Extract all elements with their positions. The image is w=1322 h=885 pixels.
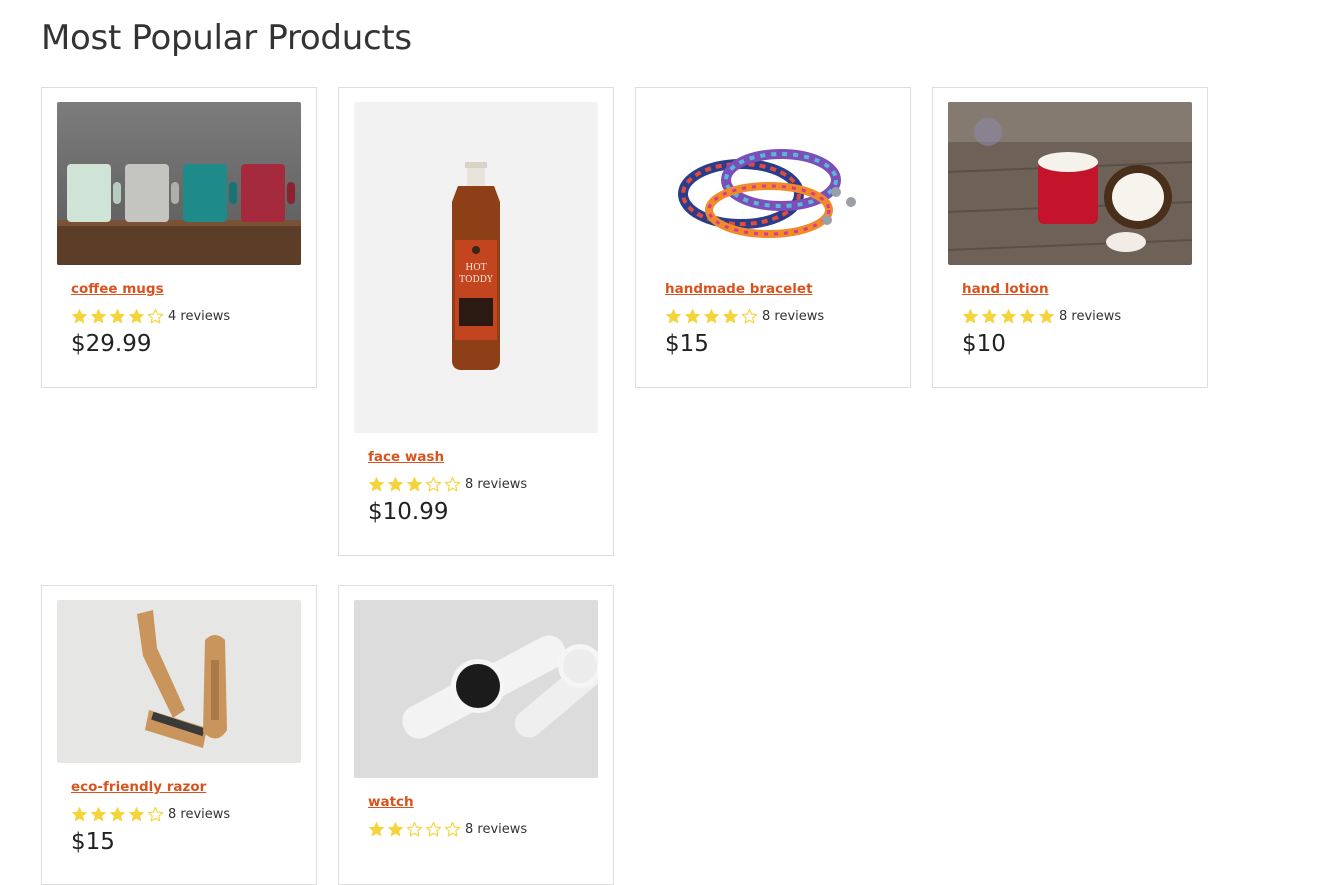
review-count: 8 reviews [168,806,231,822]
product-card: hand lotion 8 reviews $10 [932,87,1208,388]
star-filled-icon [1001,308,1016,323]
product-price: $15 [71,829,115,855]
product-price: $29.99 [71,331,152,357]
review-count: 8 reviews [762,308,825,324]
star-filled-icon [723,308,738,323]
star-filled-icon [1039,308,1054,323]
page-title: Most Popular Products [41,18,412,58]
star-filled-icon [129,806,144,821]
review-count: 8 reviews [465,476,528,492]
product-name-link[interactable]: coffee mugs [71,281,230,297]
star-filled-icon [982,308,997,323]
star-filled-icon [72,308,87,323]
star-filled-icon [685,308,700,323]
star-filled-icon [369,821,384,836]
product-card: HOT TODDY face wash 8 reviews $10.99 [338,87,614,556]
svg-text:TODDY: TODDY [459,275,494,285]
review-count: 4 reviews [168,308,231,324]
star-outline-icon [444,476,461,491]
product-image[interactable]: HOT TODDY [354,102,598,433]
product-name-link[interactable]: hand lotion [962,281,1121,297]
product-name-link[interactable]: handmade bracelet [665,281,824,297]
star-filled-icon [1020,308,1035,323]
product-price: $10 [962,331,1006,357]
product-card: eco-friendly razor 8 reviews $15 [41,585,317,885]
product-image[interactable] [57,102,301,265]
review-count: 8 reviews [465,821,528,837]
star-rating: 8 reviews [71,805,230,823]
star-filled-icon [369,476,384,491]
product-image[interactable] [651,102,895,265]
star-filled-icon [110,806,125,821]
product-image[interactable] [948,102,1192,265]
product-card: watch 8 reviews [338,585,614,885]
star-outline-icon [147,806,164,821]
product-image[interactable] [354,600,598,778]
star-filled-icon [388,476,403,491]
product-name-link[interactable]: eco-friendly razor [71,779,230,795]
product-card: handmade bracelet 8 reviews $15 [635,87,911,388]
star-outline-icon [406,821,423,836]
star-filled-icon [110,308,125,323]
star-filled-icon [91,308,106,323]
star-filled-icon [388,821,403,836]
star-outline-icon [425,821,442,836]
star-rating: 8 reviews [368,820,527,838]
product-image[interactable] [57,600,301,763]
star-outline-icon [444,821,461,836]
product-price: $15 [665,331,709,357]
star-filled-icon [704,308,719,323]
star-filled-icon [72,806,87,821]
product-price: $10.99 [368,499,449,525]
star-rating: 4 reviews [71,307,230,325]
star-outline-icon [741,308,758,323]
product-name-link[interactable]: face wash [368,449,527,465]
star-rating: 8 reviews [368,475,527,493]
star-filled-icon [407,476,422,491]
star-filled-icon [963,308,978,323]
star-outline-icon [147,308,164,323]
review-count: 8 reviews [1059,308,1122,324]
star-outline-icon [425,476,442,491]
star-filled-icon [666,308,681,323]
star-rating: 8 reviews [665,307,824,325]
star-filled-icon [91,806,106,821]
product-card: coffee mugs 4 reviews $29.99 [41,87,317,388]
star-rating: 8 reviews [962,307,1121,325]
star-filled-icon [129,308,144,323]
product-name-link[interactable]: watch [368,794,527,810]
svg-text:HOT: HOT [465,263,486,273]
